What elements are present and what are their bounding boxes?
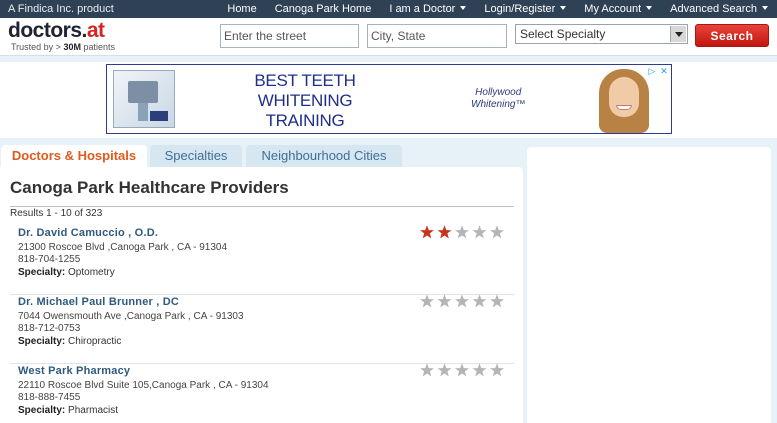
provider-phone: 818-712-0753: [18, 323, 81, 334]
star-empty-icon: [437, 294, 452, 308]
search-button[interactable]: Search: [695, 24, 769, 47]
top-nav-item-my-account[interactable]: My Account: [575, 3, 661, 15]
star-empty-icon: [437, 363, 452, 377]
top-nav-item-canoga-park-home[interactable]: Canoga Park Home: [266, 3, 381, 15]
tagline: Trusted by > 30M patients: [11, 42, 115, 52]
top-nav-item-login-register[interactable]: Login/Register: [475, 3, 575, 15]
provider-specialty: Specialty: Optometry: [18, 267, 115, 278]
provider-address: 21300 Roscoe Blvd ,Canoga Park , CA - 91…: [18, 242, 228, 253]
rating-stars[interactable]: [419, 224, 505, 240]
ad-banner[interactable]: BEST TEETH WHITENING TRAINING Hollywood …: [106, 64, 672, 134]
star-empty-icon: [472, 225, 487, 239]
tab-specialties[interactable]: Specialties: [150, 145, 242, 167]
tab-neighbourhood-cities[interactable]: Neighbourhood Cities: [246, 145, 402, 167]
specialty-select-value: Select Specialty: [520, 27, 606, 41]
page-title: Canoga Park Healthcare Providers: [10, 178, 289, 197]
tab-doctors-hospitals[interactable]: Doctors & Hospitals: [1, 145, 147, 168]
star-filled-icon: [420, 225, 434, 239]
site-logo[interactable]: doctors.at: [8, 19, 105, 43]
caret-down-icon: [646, 6, 653, 10]
results-panel: Canoga Park Healthcare Providers Results…: [0, 167, 523, 423]
provider-name-link[interactable]: West Park Pharmacy: [18, 365, 130, 377]
caret-down-icon: [762, 6, 768, 10]
header: doctors.at Trusted by > 30M patients Sel…: [0, 18, 777, 56]
dropdown-arrow-icon[interactable]: [670, 26, 686, 42]
top-nav-item-advanced-search[interactable]: Advanced Search: [661, 3, 777, 15]
provider-phone: 818-704-1255: [18, 254, 81, 265]
street-input[interactable]: [220, 24, 359, 48]
provider-name-link[interactable]: Dr. Michael Paul Brunner , DC: [18, 296, 179, 308]
provider-address: 7044 Owensmouth Ave ,Canoga Park , CA - …: [18, 311, 244, 322]
model-photo: [595, 67, 655, 133]
star-empty-icon: [490, 294, 504, 308]
star-empty-icon: [455, 225, 469, 239]
provider-name-link[interactable]: Dr. David Camuccio , O.D.: [18, 227, 158, 239]
sidebar-panel: [527, 147, 771, 423]
provider-specialty: Specialty: Chiropractic: [18, 336, 122, 347]
star-empty-icon: [490, 225, 504, 239]
provider-address: 22110 Roscoe Blvd Suite 105,Canoga Park …: [18, 380, 269, 391]
specialty-select[interactable]: Select Specialty: [515, 24, 688, 44]
star-empty-icon: [490, 363, 504, 377]
rating-stars[interactable]: [419, 362, 505, 378]
logo-at-text: at: [86, 19, 105, 42]
star-empty-icon: [420, 294, 434, 308]
star-empty-icon: [472, 363, 487, 377]
city-state-input[interactable]: [367, 24, 507, 48]
ad-brand: Hollywood Whitening™: [471, 87, 526, 110]
provider-phone: 818-888-7455: [18, 392, 81, 403]
caret-down-icon: [560, 6, 567, 10]
top-nav: Home Canoga Park Home I am a Doctor Login/R…: [218, 0, 777, 18]
divider: [10, 206, 514, 207]
results-count: Results 1 - 10 of 323: [10, 208, 103, 219]
listing-item: Dr. Michael Paul Brunner , DC 7044 Owensm…: [10, 293, 514, 364]
ad-choices-icon[interactable]: ▷: [647, 66, 657, 76]
top-bar: A Findica Inc. product Home Canoga Park H…: [0, 0, 777, 18]
top-nav-item-home[interactable]: Home: [218, 3, 265, 15]
star-empty-icon: [472, 294, 487, 308]
whitening-device-image: [113, 70, 175, 128]
company-credit: A Findica Inc. product: [8, 3, 114, 15]
ad-headline: BEST TEETH WHITENING TRAINING: [254, 71, 356, 130]
close-icon[interactable]: ✕: [659, 66, 669, 76]
star-filled-icon: [437, 225, 452, 239]
logo-text: doctors.: [8, 19, 87, 42]
star-empty-icon: [420, 363, 434, 377]
ad-controls: ▷ ✕: [647, 66, 669, 76]
rating-stars[interactable]: [419, 293, 505, 309]
listing-item: West Park Pharmacy 22110 Roscoe Blvd Suit…: [10, 362, 514, 423]
provider-specialty: Specialty: Pharmacist: [18, 405, 119, 416]
caret-down-icon: [460, 6, 467, 10]
star-empty-icon: [455, 294, 469, 308]
star-empty-icon: [455, 363, 469, 377]
listing-item: Dr. David Camuccio , O.D. 21300 Roscoe Bl…: [10, 224, 514, 295]
top-nav-item-i-am-a-doctor[interactable]: I am a Doctor: [380, 3, 475, 15]
